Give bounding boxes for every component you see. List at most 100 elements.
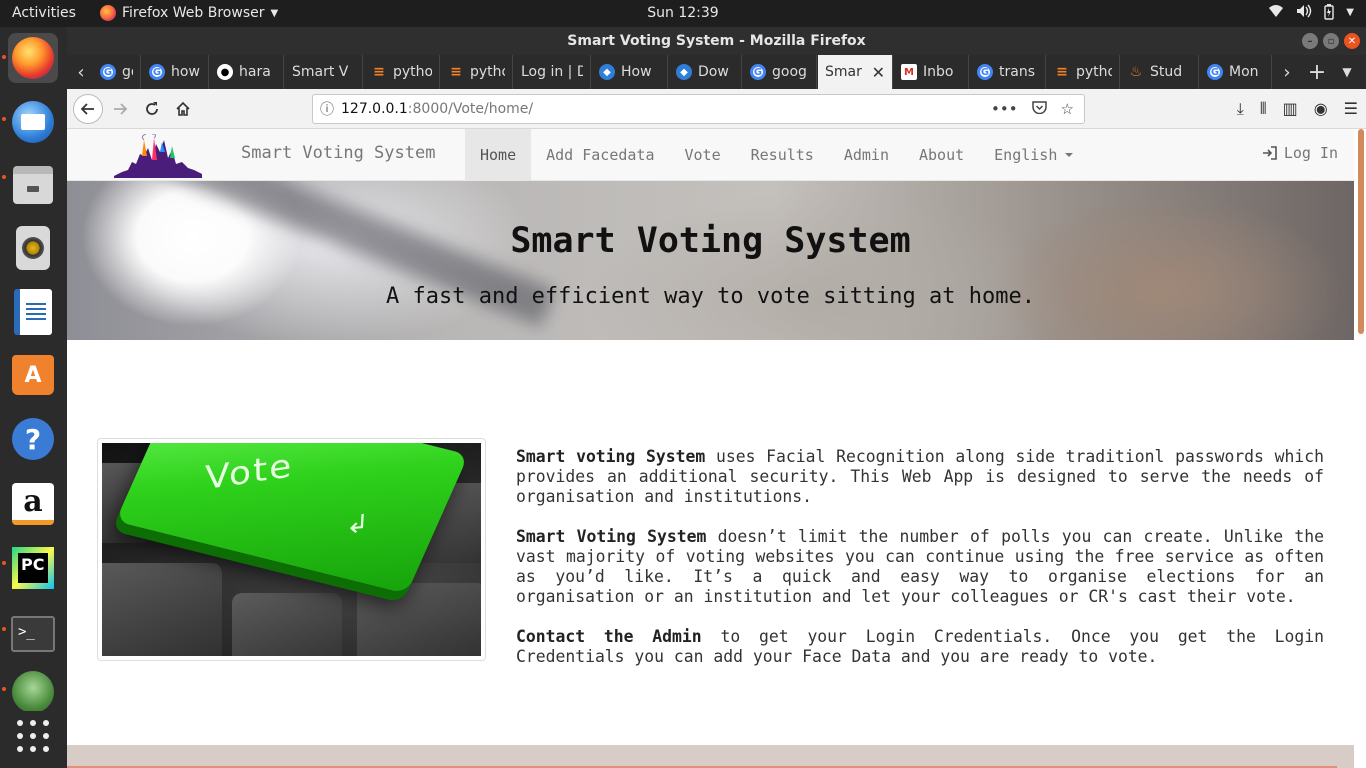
nav-home[interactable]: Home (465, 129, 532, 180)
tab-label: trans (999, 64, 1035, 80)
dock-firefox[interactable] (8, 33, 58, 83)
tab-active[interactable]: Smar ✕ (818, 55, 893, 89)
downloads-icon[interactable]: ⤓ (1237, 99, 1244, 119)
home-button[interactable] (168, 94, 198, 124)
dock-rhythmbox[interactable] (8, 223, 58, 273)
app-menu[interactable]: Firefox Web Browser ▼ (100, 5, 278, 21)
nav-results[interactable]: Results (736, 129, 829, 180)
para3-bold: Contact the Admin (516, 627, 702, 646)
dock-pycharm[interactable]: PC (8, 543, 58, 593)
scrollbar-thumb[interactable] (1358, 129, 1364, 334)
browser-tab[interactable]: ≡ pytho (1047, 55, 1120, 89)
browser-tab[interactable]: M Inbo (894, 55, 969, 89)
show-applications-button[interactable] (8, 711, 58, 761)
dock-thunderbird[interactable] (8, 97, 58, 147)
tab-label: how (171, 64, 200, 80)
bookmark-star-icon[interactable]: ☆ (1061, 100, 1074, 118)
dock-app[interactable] (8, 671, 58, 711)
system-top-bar: Activities Firefox Web Browser ▼ Sun 12:… (0, 0, 1366, 27)
site-logo[interactable] (114, 134, 202, 178)
login-link[interactable]: Log In (1262, 144, 1338, 162)
browser-tab[interactable]: Gtrans (970, 55, 1046, 89)
site-brand[interactable]: Smart Voting System (241, 143, 435, 163)
files-icon (13, 166, 53, 204)
dock-writer[interactable] (8, 287, 58, 337)
library-icon[interactable]: ⫴ (1260, 99, 1267, 119)
dock-terminal[interactable]: >_ (8, 609, 58, 659)
running-indicator (2, 55, 6, 59)
navigation-toolbar: ⓘ 127.0.0.1:8000/Vote/home/ ••• ☆ ⤓ ⫴ ▥ … (67, 89, 1366, 129)
browser-tab[interactable]: Ggoog (93, 55, 141, 89)
scroll-tabs-left-button[interactable]: ‹ (69, 55, 93, 89)
close-window-button[interactable]: ✕ (1344, 33, 1360, 49)
google-favicon-icon: G (1207, 64, 1223, 80)
nav-vote[interactable]: Vote (670, 129, 736, 180)
nav-about[interactable]: About (904, 129, 979, 180)
browser-tab[interactable]: Smart V (285, 55, 363, 89)
login-label: Log In (1283, 144, 1338, 162)
vote-key-label: Vote (204, 446, 294, 498)
close-tab-icon[interactable]: ✕ (872, 63, 885, 82)
dock-software[interactable]: A (8, 350, 58, 400)
running-indicator (2, 627, 6, 631)
activities-button[interactable]: Activities (12, 5, 76, 21)
pycharm-icon: PC (12, 547, 54, 589)
sidebar-icon[interactable]: ▥ (1283, 99, 1298, 119)
browser-tab[interactable]: ◆ Dow (669, 55, 742, 89)
description-paragraph-2: Smart Voting System doesn’t limit the nu… (516, 527, 1324, 607)
terminal-icon: >_ (11, 616, 55, 652)
toolbar-icons: ⤓ ⫴ ▥ ◉ ☰ (1237, 99, 1358, 119)
fire-favicon-icon: ♨ (1129, 64, 1143, 80)
url-bar[interactable]: ⓘ 127.0.0.1:8000/Vote/home/ ••• ☆ (312, 94, 1085, 124)
language-dropdown[interactable]: English (979, 129, 1088, 180)
dock-help[interactable]: ? (8, 414, 58, 464)
hamburger-menu-icon[interactable]: ☰ (1344, 99, 1358, 119)
page-scrollbar[interactable] (1354, 129, 1366, 768)
tab-list-button[interactable]: ▼ (1335, 55, 1359, 89)
vote-image-thumbnail: Vote ↲ (97, 438, 486, 661)
browser-tab[interactable]: ≡ pytho (441, 55, 513, 89)
browser-tab[interactable]: Log in | D (514, 55, 591, 89)
window-titlebar[interactable]: Smart Voting System - Mozilla Firefox – … (67, 27, 1366, 55)
minimize-button[interactable]: – (1302, 33, 1318, 49)
battery-icon (1324, 4, 1334, 24)
forward-button[interactable] (105, 94, 135, 124)
reload-button[interactable] (137, 94, 167, 124)
dock-amazon[interactable]: a (8, 479, 58, 529)
browser-tab[interactable]: ≡ pytho (364, 55, 440, 89)
login-icon (1262, 146, 1277, 160)
clock[interactable]: Sun 12:39 (647, 5, 718, 21)
maximize-button[interactable]: ▫ (1323, 33, 1339, 49)
window-title: Smart Voting System - Mozilla Firefox (567, 33, 866, 49)
browser-tab[interactable]: ♨ Stud (1121, 55, 1199, 89)
footer-band (67, 745, 1354, 768)
nav-admin[interactable]: Admin (829, 129, 904, 180)
system-tray[interactable]: ▼ (1268, 4, 1354, 24)
tab-label: hara (239, 64, 271, 80)
pocket-icon[interactable] (1031, 100, 1047, 118)
site-navbar: Smart Voting System Home Add Facedata Vo… (67, 129, 1354, 181)
description-paragraph-1: Smart voting System uses Facial Recognit… (516, 447, 1324, 507)
browser-tab[interactable]: ● hara (210, 55, 284, 89)
hero-banner: Smart Voting System A fast and efficient… (67, 181, 1354, 340)
scroll-tabs-right-button[interactable]: › (1275, 55, 1299, 89)
page-content: Smart Voting System Home Add Facedata Vo… (67, 129, 1366, 768)
firefox-icon (100, 5, 116, 21)
blue-favicon-icon: ◆ (599, 64, 615, 80)
rhythmbox-icon (16, 226, 50, 270)
new-tab-button[interactable]: + (1305, 55, 1329, 89)
nav-add-facedata[interactable]: Add Facedata (531, 129, 669, 180)
back-button[interactable] (73, 94, 103, 124)
google-favicon-icon: G (977, 64, 993, 80)
browser-tab[interactable]: G Mon (1200, 55, 1272, 89)
browser-tab[interactable]: ◆ How (592, 55, 668, 89)
dock-files[interactable] (8, 160, 58, 210)
page-actions-icon[interactable]: ••• (991, 100, 1018, 118)
account-icon[interactable]: ◉ (1314, 99, 1328, 119)
browser-tab[interactable]: Ggoog (743, 55, 817, 89)
power-menu-icon: ▼ (1346, 7, 1354, 18)
app-menu-label: Firefox Web Browser (122, 5, 265, 21)
tab-label: Smar (825, 64, 862, 80)
browser-tab[interactable]: Ghow (142, 55, 209, 89)
site-info-icon[interactable]: ⓘ (313, 99, 341, 119)
